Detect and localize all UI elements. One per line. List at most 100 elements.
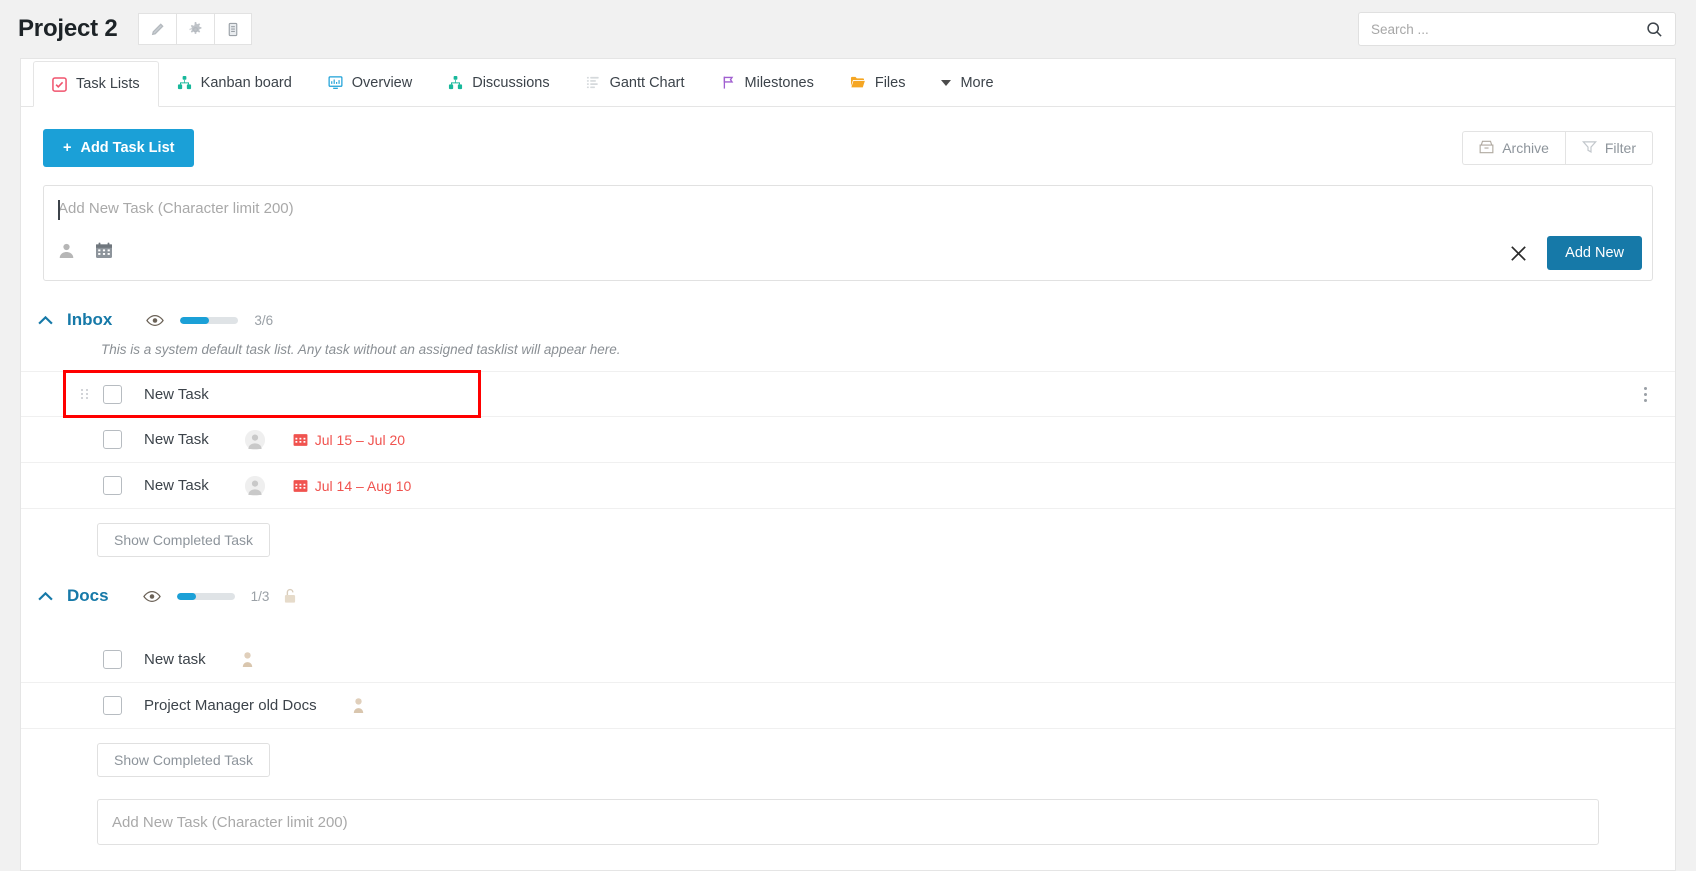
close-x-icon[interactable]	[1508, 243, 1529, 264]
tab-label: More	[960, 74, 994, 91]
search-icon[interactable]	[1646, 21, 1663, 38]
text-cursor	[58, 200, 60, 220]
filter-label: Filter	[1604, 140, 1636, 156]
toolbar-right-buttons: Archive Filter	[1462, 131, 1653, 165]
tab-label: Milestones	[744, 74, 814, 91]
bottom-new-task-input[interactable]	[112, 813, 1584, 831]
task-checkbox[interactable]	[103, 384, 122, 404]
new-task-input-wrap[interactable]	[44, 186, 1652, 230]
add-task-list-label: Add Task List	[80, 140, 175, 156]
tab-label: Files	[874, 74, 906, 91]
eye-icon[interactable]	[142, 590, 161, 603]
composer-actions: Add New	[44, 230, 1652, 280]
tab-files[interactable]: Files	[832, 59, 924, 106]
chevron-up-icon[interactable]	[37, 315, 67, 326]
tab-bar: Task Lists Kanban board Overview Discuss…	[21, 59, 1675, 107]
top-bar: Project 2	[0, 0, 1696, 58]
tasklist-section-docs: Docs 1/3 New task Project Manager old Do…	[21, 583, 1675, 845]
task-checkbox[interactable]	[103, 476, 122, 495]
avatar[interactable]	[240, 651, 255, 668]
search-box[interactable]	[1358, 12, 1676, 46]
table-row[interactable]: New task	[21, 637, 1675, 683]
section-title[interactable]: Inbox	[67, 310, 112, 330]
task-title[interactable]: New task	[144, 651, 206, 668]
calendar-icon	[293, 432, 308, 447]
tab-discussions[interactable]: Discussions	[430, 59, 567, 106]
new-task-input[interactable]	[58, 200, 1638, 217]
gear-button[interactable]	[175, 13, 214, 45]
archive-button[interactable]: Archive	[1462, 131, 1565, 165]
calendar-icon	[293, 478, 308, 493]
tab-milestones[interactable]: Milestones	[703, 59, 832, 106]
document-button[interactable]	[213, 13, 252, 45]
progress-label: 3/6	[254, 312, 274, 328]
task-date[interactable]: Jul 15 – Jul 20	[293, 432, 405, 448]
tab-overview[interactable]: Overview	[310, 59, 430, 106]
task-title[interactable]: Project Manager old Docs	[144, 697, 317, 714]
table-row[interactable]: New Task	[21, 463, 1675, 509]
section-description: This is a system default task list. Any …	[101, 342, 621, 357]
tab-task-lists[interactable]: Task Lists	[33, 61, 159, 107]
avatar[interactable]	[244, 475, 265, 496]
task-checkbox[interactable]	[103, 430, 122, 449]
tab-more[interactable]: More	[923, 59, 1011, 106]
section-title[interactable]: Docs	[67, 586, 109, 606]
gear-icon	[188, 21, 203, 37]
table-row[interactable]: Project Manager old Docs	[21, 683, 1675, 729]
task-title[interactable]: New Task	[144, 477, 209, 494]
task-checkbox[interactable]	[103, 650, 122, 669]
tab-gantt-chart[interactable]: Gantt Chart	[568, 59, 703, 106]
task-menu-icon[interactable]	[1644, 386, 1647, 402]
plus-icon: +	[63, 140, 72, 156]
tab-kanban-board[interactable]: Kanban board	[159, 59, 310, 106]
task-date-label: Jul 15 – Jul 20	[314, 431, 406, 448]
add-task-list-button[interactable]: + Add Task List	[43, 129, 195, 167]
avatar[interactable]	[351, 697, 366, 714]
milestones-icon	[721, 75, 736, 90]
gantt-icon	[586, 75, 601, 90]
filter-button[interactable]: Filter	[1564, 131, 1653, 165]
discussions-icon	[448, 75, 463, 90]
task-title[interactable]: New Task	[144, 431, 209, 448]
tab-label: Task Lists	[76, 76, 140, 92]
new-task-composer: Add New	[43, 185, 1653, 281]
main-panel: Task Lists Kanban board Overview Discuss…	[20, 58, 1676, 871]
bottom-new-task-input-wrap[interactable]	[97, 799, 1599, 845]
drag-handle-icon[interactable]	[81, 389, 89, 399]
search-input[interactable]	[1371, 21, 1646, 37]
tab-label: Overview	[351, 74, 413, 91]
section-header: Docs 1/3	[21, 583, 1675, 609]
table-row[interactable]: New Task	[21, 371, 1675, 417]
task-container-docs: New task Project Manager old Docs	[21, 637, 1675, 729]
edit-pencil-button[interactable]	[137, 13, 176, 45]
task-date-label: Jul 14 – Aug 10	[314, 477, 412, 494]
calendar-icon[interactable]	[95, 242, 113, 264]
unlock-icon[interactable]	[283, 588, 297, 604]
chevron-up-icon[interactable]	[37, 591, 67, 602]
show-completed-task-button[interactable]: Show Completed Task	[97, 523, 271, 557]
composer-right-group: Add New	[1508, 236, 1642, 270]
task-title[interactable]: New Task	[144, 386, 209, 403]
composer-icon-group	[58, 242, 113, 264]
progress-label: 1/3	[250, 588, 270, 604]
tab-label: Gantt Chart	[609, 74, 685, 91]
progress-bar	[176, 592, 235, 600]
document-icon	[226, 22, 240, 37]
archive-label: Archive	[1502, 140, 1549, 156]
person-icon[interactable]	[58, 242, 75, 264]
progress-bar	[180, 316, 239, 324]
table-row[interactable]: New Task	[21, 417, 1675, 463]
task-date[interactable]: Jul 14 – Aug 10	[293, 477, 412, 494]
show-completed-task-button[interactable]: Show Completed Task	[97, 743, 271, 777]
tasklist-section-inbox: Inbox 3/6 This is a system default task …	[21, 307, 1675, 557]
avatar[interactable]	[244, 429, 265, 450]
add-new-button[interactable]: Add New	[1547, 236, 1642, 270]
tab-label: Kanban board	[200, 74, 292, 91]
section-header: Inbox 3/6	[21, 307, 1675, 333]
eye-icon[interactable]	[146, 314, 165, 327]
task-toolbar: + Add Task List Archive Filter	[21, 107, 1675, 167]
page-title: Project 2	[18, 15, 118, 42]
task-checkbox[interactable]	[103, 696, 122, 715]
tab-label: Discussions	[472, 74, 550, 91]
archive-box-icon	[1479, 140, 1494, 157]
